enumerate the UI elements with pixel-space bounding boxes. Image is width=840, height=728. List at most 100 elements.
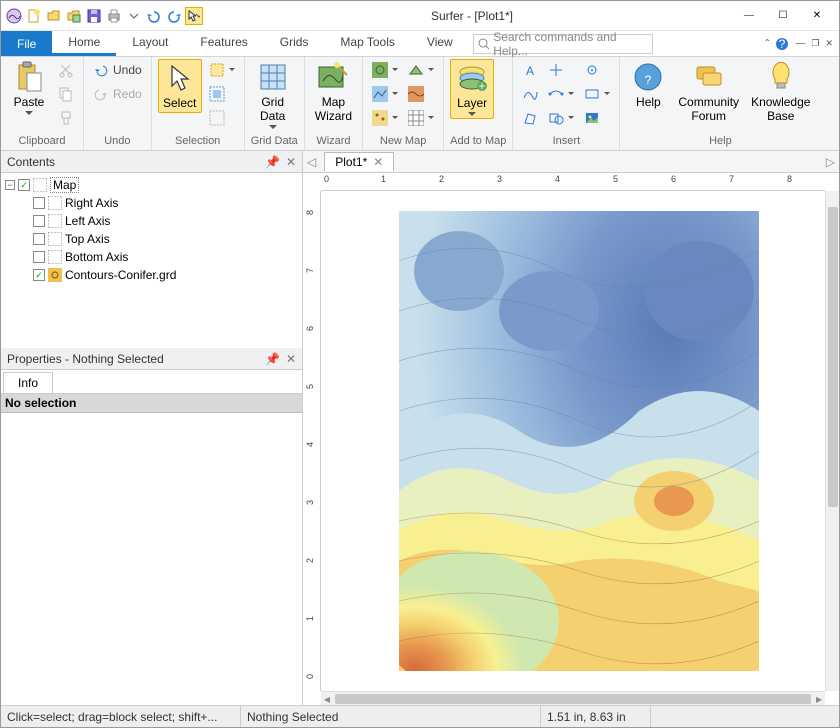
- rectangle-button[interactable]: [581, 83, 613, 105]
- window-min-icon[interactable]: —: [795, 38, 805, 49]
- group-label-add-to-map: Add to Map: [450, 133, 506, 150]
- window-close-icon[interactable]: ✕: [825, 38, 833, 49]
- tree-item-right-axis[interactable]: Right Axis: [5, 194, 298, 212]
- close-panel-icon[interactable]: ✕: [286, 155, 296, 169]
- maximize-button[interactable]: ☐: [775, 10, 791, 21]
- search-placeholder: Search commands and Help...: [493, 30, 648, 58]
- paste-button[interactable]: Paste: [7, 59, 51, 117]
- undo-button[interactable]: Undo: [90, 59, 145, 81]
- select-button[interactable]: Select: [158, 59, 202, 113]
- map-viewport[interactable]: [321, 191, 825, 691]
- status-hint: Click=select; drag=block select; shift+.…: [1, 706, 241, 727]
- document-tabs: ◁ Plot1*✕ ▷: [303, 151, 839, 173]
- undo-icon[interactable]: [145, 7, 163, 25]
- file-tab[interactable]: File: [1, 31, 52, 56]
- select-rect-button[interactable]: [206, 59, 238, 81]
- contour-map: [399, 211, 759, 671]
- graphic-button[interactable]: [581, 107, 613, 129]
- new-icon[interactable]: [25, 7, 43, 25]
- document-area: ◁ Plot1*✕ ▷ 0 1 2 3 4 5 6 7 8 0 1 2 3 4: [303, 151, 839, 705]
- community-forum-button[interactable]: Community Forum: [674, 59, 743, 125]
- grid-values-button[interactable]: [405, 107, 437, 129]
- polyline-button[interactable]: [519, 83, 541, 105]
- group-label-help: Help: [626, 133, 814, 150]
- tab-home[interactable]: Home: [52, 31, 116, 56]
- text-button[interactable]: A: [519, 59, 541, 81]
- deselect-button[interactable]: [206, 107, 238, 129]
- collapse-ribbon-icon[interactable]: ˆ: [765, 37, 769, 51]
- symbol-button[interactable]: [545, 59, 577, 81]
- open-grid-icon[interactable]: [65, 7, 83, 25]
- shape-button[interactable]: [545, 107, 577, 129]
- close-tab-icon[interactable]: ✕: [373, 155, 383, 169]
- tab-features[interactable]: Features: [184, 31, 263, 56]
- color-relief-button[interactable]: [405, 83, 437, 105]
- tab-nav-right-icon[interactable]: ▷: [826, 155, 835, 169]
- pin-icon[interactable]: 📌: [265, 155, 280, 169]
- polygon-button[interactable]: [519, 107, 541, 129]
- svg-text:?: ?: [645, 73, 652, 87]
- document-tab-plot1[interactable]: Plot1*✕: [324, 152, 394, 171]
- map-wizard-button[interactable]: Map Wizard: [311, 59, 356, 125]
- close-button[interactable]: ✕: [809, 10, 825, 21]
- base-map-button[interactable]: [369, 83, 401, 105]
- canvas: 0 1 2 3 4 5 6 7 8 0 1 2 3 4 5 6 7 8: [303, 173, 839, 705]
- redo-button[interactable]: Redo: [90, 83, 145, 105]
- group-grid-data: Grid Data Grid Data: [245, 57, 305, 150]
- group-label-new-map: New Map: [369, 133, 437, 150]
- tab-view[interactable]: View: [411, 31, 469, 56]
- tree-item-top-axis[interactable]: Top Axis: [5, 230, 298, 248]
- 3d-surface-button[interactable]: [405, 59, 437, 81]
- knowledge-base-button[interactable]: Knowledge Base: [747, 59, 814, 125]
- collapse-icon[interactable]: −: [5, 180, 15, 190]
- post-map-button[interactable]: [369, 107, 401, 129]
- minimize-button[interactable]: —: [741, 10, 757, 21]
- tab-grids[interactable]: Grids: [264, 31, 325, 56]
- tree-item-contours[interactable]: ✓Contours-Conifer.grd: [5, 266, 298, 284]
- copy-button[interactable]: [55, 83, 77, 105]
- group-label-insert: Insert: [519, 133, 613, 150]
- print-icon[interactable]: [105, 7, 123, 25]
- group-selection: Select Selection: [152, 57, 245, 150]
- tree-root-map[interactable]: − ✓ Map: [5, 176, 298, 194]
- select-all-button[interactable]: [206, 83, 238, 105]
- format-painter-button[interactable]: [55, 107, 77, 129]
- open-icon[interactable]: [45, 7, 63, 25]
- main-area: Contents 📌✕ − ✓ Map Right Axis Left Axis…: [1, 151, 839, 705]
- help-icon[interactable]: ?: [775, 37, 789, 51]
- redo-icon[interactable]: [165, 7, 183, 25]
- checkbox-map[interactable]: ✓: [18, 179, 30, 191]
- dropdown-icon[interactable]: [125, 7, 143, 25]
- grid-data-button[interactable]: Grid Data: [251, 59, 295, 131]
- contour-map-button[interactable]: [369, 59, 401, 81]
- help-button[interactable]: ? Help: [626, 59, 670, 111]
- close-panel-icon[interactable]: ✕: [286, 352, 296, 366]
- tree-item-bottom-axis[interactable]: Bottom Axis: [5, 248, 298, 266]
- window-restore-icon[interactable]: ❐: [811, 38, 819, 49]
- svg-text:A: A: [526, 64, 534, 78]
- group-help: ? Help Community Forum Knowledge Base He…: [620, 57, 820, 150]
- cut-button[interactable]: [55, 59, 77, 81]
- pin-icon[interactable]: 📌: [265, 352, 280, 366]
- title-bar: Surfer - [Plot1*] — ☐ ✕: [1, 1, 839, 31]
- tree-item-left-axis[interactable]: Left Axis: [5, 212, 298, 230]
- ribbon: Paste Clipboard Undo Redo Undo Select: [1, 57, 839, 151]
- spline-button[interactable]: [545, 83, 577, 105]
- tab-layout[interactable]: Layout: [116, 31, 184, 56]
- tab-map-tools[interactable]: Map Tools: [324, 31, 410, 56]
- scrollbar-vertical[interactable]: [825, 191, 839, 691]
- app-icon[interactable]: [5, 7, 23, 25]
- scrollbar-horizontal[interactable]: ◂▸: [321, 691, 825, 705]
- group-label-clipboard: Clipboard: [7, 133, 77, 150]
- save-icon[interactable]: [85, 7, 103, 25]
- point-button[interactable]: [581, 59, 613, 81]
- tab-nav-left-icon[interactable]: ◁: [307, 155, 316, 169]
- layer-button[interactable]: + Layer: [450, 59, 494, 119]
- select-dropdown-icon[interactable]: [185, 7, 203, 25]
- search-icon: [478, 38, 489, 50]
- map-icon: [33, 178, 47, 192]
- properties-no-selection: No selection: [1, 394, 302, 413]
- contents-tree[interactable]: − ✓ Map Right Axis Left Axis Top Axis Bo…: [1, 173, 302, 348]
- properties-tab-info[interactable]: Info: [3, 372, 53, 393]
- search-commands-input[interactable]: Search commands and Help...: [473, 34, 653, 54]
